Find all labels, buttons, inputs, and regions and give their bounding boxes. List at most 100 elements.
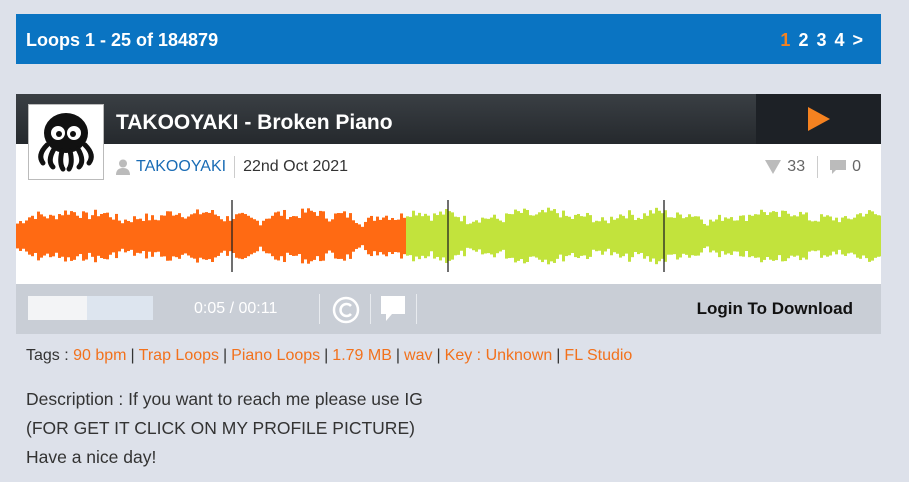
waveform-bar xyxy=(544,212,547,260)
waveform-bar xyxy=(472,221,475,251)
waveform-bar xyxy=(517,211,520,261)
tag-link[interactable]: wav xyxy=(404,347,432,364)
waveform-bar xyxy=(874,214,877,258)
waveform-bar xyxy=(811,221,814,251)
waveform-bar xyxy=(175,214,178,258)
waveform-bar xyxy=(385,215,388,257)
waveform-bar xyxy=(331,219,334,253)
tag-link[interactable]: FL Studio xyxy=(564,347,632,364)
waveform-bar xyxy=(553,209,556,263)
waveform-bar xyxy=(466,224,469,248)
volume-slider[interactable] xyxy=(28,296,153,320)
waveform-bar xyxy=(769,212,772,260)
tag-link[interactable]: Trap Loops xyxy=(139,347,219,364)
waveform-bar xyxy=(652,213,655,259)
waveform-bar xyxy=(523,208,526,264)
waveform-bar xyxy=(547,207,550,265)
tag-link[interactable]: 1.79 MB xyxy=(332,347,392,364)
waveform-bar xyxy=(775,211,778,261)
waveform-bar xyxy=(469,223,472,249)
waveform-bar xyxy=(475,220,478,252)
waveform-bar xyxy=(763,212,766,260)
page-link-1[interactable]: 1 xyxy=(780,14,790,66)
waveform-bar xyxy=(31,215,34,257)
page-link-3[interactable]: 3 xyxy=(816,14,826,66)
license-button[interactable] xyxy=(332,296,360,329)
waveform-bar xyxy=(700,219,703,253)
comment-icon xyxy=(830,159,847,174)
waveform-bar xyxy=(865,213,868,259)
waveform-bar xyxy=(832,220,835,252)
avatar[interactable] xyxy=(28,104,104,180)
waveform-bar xyxy=(262,220,265,252)
stats-divider xyxy=(817,156,819,178)
waveform-bar xyxy=(283,209,286,263)
waveform-bar xyxy=(571,218,574,254)
tag-divider: | xyxy=(556,347,561,364)
waveform-bar xyxy=(607,223,610,249)
waveform-bar xyxy=(307,208,310,264)
waveform-bar xyxy=(538,212,541,260)
waveform-bar xyxy=(577,213,580,259)
waveform-bar xyxy=(298,217,301,255)
waveform-bar xyxy=(817,221,820,251)
waveform-bar xyxy=(64,210,67,262)
login-to-download-button[interactable]: Login To Download xyxy=(697,284,853,334)
waveform-bar xyxy=(679,214,682,258)
loop-stats: 33 0 xyxy=(765,156,861,178)
waveform-bar xyxy=(154,219,157,253)
waveform-bar xyxy=(220,219,223,253)
waveform-bar xyxy=(790,216,793,256)
tags-label: Tags : xyxy=(26,347,69,364)
waveform-bar xyxy=(115,213,118,259)
next-page-link[interactable]: > xyxy=(852,14,863,66)
waveform-bar xyxy=(868,210,871,262)
controls-divider xyxy=(370,294,371,324)
pagination-bar: Loops 1 - 25 of 184879 1 2 3 4 > xyxy=(16,14,881,64)
waveform-bar xyxy=(487,218,490,254)
meta-divider xyxy=(234,156,236,178)
page-link-2[interactable]: 2 xyxy=(798,14,808,66)
upload-date: 22nd Oct 2021 xyxy=(243,158,349,175)
tag-link[interactable]: 90 bpm xyxy=(73,347,126,364)
play-button[interactable] xyxy=(756,94,881,144)
results-count: Loops 1 - 25 of 184879 xyxy=(26,30,219,50)
waveform-bar xyxy=(406,216,409,256)
waveform-bar xyxy=(835,217,838,255)
waveform-bar xyxy=(844,216,847,256)
waveform[interactable] xyxy=(16,196,881,276)
author-link[interactable]: TAKOOYAKI xyxy=(136,158,226,176)
tag-divider: | xyxy=(395,347,401,364)
waveform-bar xyxy=(166,211,169,261)
waveform-bar xyxy=(595,220,598,252)
waveform-bar xyxy=(169,211,172,261)
page-link-4[interactable]: 4 xyxy=(834,14,844,66)
waveform-bar xyxy=(37,211,40,261)
waveform-bar xyxy=(733,220,736,252)
waveform-bar xyxy=(328,221,331,251)
waveform-bar xyxy=(697,216,700,256)
tag-link[interactable]: Key : Unknown xyxy=(445,347,553,364)
waveform-bar xyxy=(745,220,748,252)
waveform-bar xyxy=(295,216,298,256)
playback-time: 0:05 / 00:11 xyxy=(194,284,277,334)
comments-button[interactable] xyxy=(380,295,406,328)
waveform-bar xyxy=(46,218,49,254)
tag-link[interactable]: Piano Loops xyxy=(231,347,320,364)
waveform-bar xyxy=(562,210,565,262)
waveform-bar xyxy=(502,222,505,250)
tag-divider: | xyxy=(436,347,441,364)
waveform-bar xyxy=(625,218,628,254)
waveform-bar xyxy=(172,215,175,257)
waveform-bar xyxy=(451,212,454,260)
waveform-bar xyxy=(460,221,463,251)
controls-divider xyxy=(319,294,320,324)
waveform-bar xyxy=(604,220,607,252)
waveform-bar xyxy=(343,211,346,261)
waveform-bar xyxy=(358,224,361,248)
waveform-bar xyxy=(415,215,418,257)
waveform-bar xyxy=(694,216,697,256)
waveform-bar xyxy=(862,216,865,256)
waveform-bar xyxy=(535,214,538,258)
waveform-bar xyxy=(793,215,796,257)
